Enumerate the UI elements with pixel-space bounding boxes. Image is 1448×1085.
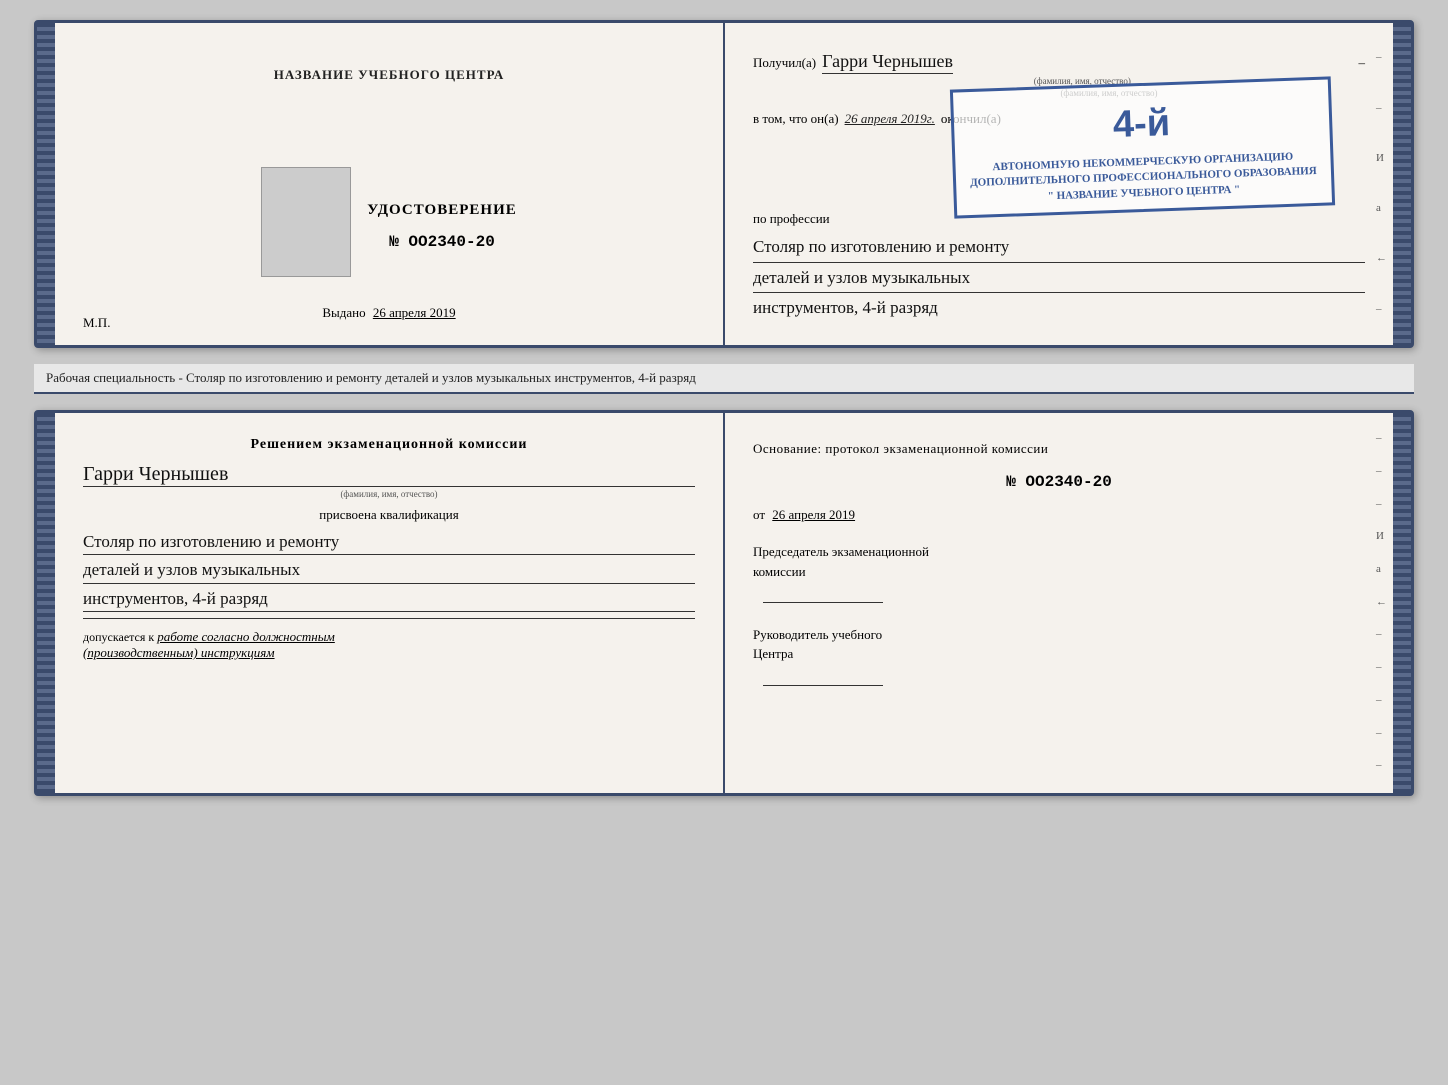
- stamp-box: 4-й АВТОНОМНУЮ НЕКОММЕРЧЕСКУЮ ОРГАНИЗАЦИ…: [950, 76, 1335, 218]
- date-value: 26 апреля 2019г.: [845, 109, 935, 130]
- protocol-date: от 26 апреля 2019: [753, 503, 1365, 526]
- right-dashes: – – И а ← –: [1376, 23, 1387, 345]
- recipient-prefix: Получил(а): [753, 53, 816, 74]
- bottom-document: Решением экзаменационной комиссии Гарри …: [34, 410, 1414, 796]
- institution-name: НАЗВАНИЕ УЧЕБНОГО ЦЕНТРА: [274, 67, 505, 83]
- profession-line1: Столяр по изготовлению и ремонту: [753, 234, 1365, 263]
- chairman-block: Председатель экзаменационной комиссии: [753, 542, 1365, 609]
- director-signature: [763, 685, 883, 686]
- spine-left: [37, 23, 55, 345]
- top-doc-left: НАЗВАНИЕ УЧЕБНОГО ЦЕНТРА УДОСТОВЕРЕНИЕ №…: [55, 23, 725, 345]
- director-label2: Центра: [753, 644, 1365, 664]
- allowed-prefix: допускается к: [83, 630, 154, 644]
- bottom-doc-right: Основание: протокол экзаменационной коми…: [725, 413, 1393, 793]
- protocol-number: № OO2340-20: [753, 468, 1365, 497]
- profession-line3: инструментов, 4-й разряд: [753, 295, 1365, 321]
- basis-label: Основание: протокол экзаменационной коми…: [753, 437, 1365, 460]
- top-doc-right: Получил(а) Гарри Чернышев (фамилия, имя,…: [725, 23, 1393, 345]
- chairman-label2: комиссии: [753, 562, 1365, 582]
- allowed-block: допускается к работе согласно должностны…: [83, 629, 695, 661]
- date-prefix: в том, что он(а): [753, 109, 839, 130]
- assigned-label: присвоена квалификация: [83, 507, 695, 523]
- spine-right-bottom: [1393, 413, 1411, 793]
- director-block: Руководитель учебного Центра: [753, 625, 1365, 692]
- protocol-date-value: 26 апреля 2019: [772, 507, 855, 522]
- right-dashes-bottom: – – – И а ← – – – – –: [1376, 413, 1387, 793]
- profession-value: Столяр по изготовлению и ремонту деталей…: [753, 234, 1365, 321]
- qual-line1: Столяр по изготовлению и ремонту: [83, 529, 695, 556]
- protocol-date-prefix: от: [753, 507, 765, 522]
- bottom-doc-left: Решением экзаменационной комиссии Гарри …: [55, 413, 725, 793]
- director-label: Руководитель учебного: [753, 625, 1365, 645]
- profession-line2: деталей и узлов музыкальных: [753, 265, 1365, 294]
- chairman-signature: [763, 602, 883, 603]
- top-document: НАЗВАНИЕ УЧЕБНОГО ЦЕНТРА УДОСТОВЕРЕНИЕ №…: [34, 20, 1414, 348]
- certificate-label: УДОСТОВЕРЕНИЕ: [367, 202, 517, 219]
- issued-label: Выдано: [322, 305, 365, 320]
- qualification: Столяр по изготовлению и ремонту деталей…: [83, 529, 695, 613]
- spine-right: [1393, 23, 1411, 345]
- qual-line2: деталей и узлов музыкальных: [83, 557, 695, 584]
- qual-line3: инструментов, 4-й разряд: [83, 586, 695, 613]
- description-text: Рабочая специальность - Столяр по изгото…: [46, 370, 696, 385]
- description-bar: Рабочая специальность - Столяр по изгото…: [34, 364, 1414, 394]
- spine-left-bottom: [37, 413, 55, 793]
- chairman-label: Председатель экзаменационной: [753, 542, 1365, 562]
- person-sublabel: (фамилия, имя, отчество): [83, 489, 695, 499]
- cert-number: № OO2340-20: [389, 233, 495, 251]
- mp-label: М.П.: [83, 315, 110, 331]
- commission-title: Решением экзаменационной комиссии: [83, 437, 695, 453]
- recipient-name: Гарри Чернышев: [822, 51, 953, 74]
- person-name: Гарри Чернышев: [83, 463, 695, 487]
- issued-date: 26 апреля 2019: [373, 305, 456, 320]
- photo-placeholder: [261, 167, 351, 277]
